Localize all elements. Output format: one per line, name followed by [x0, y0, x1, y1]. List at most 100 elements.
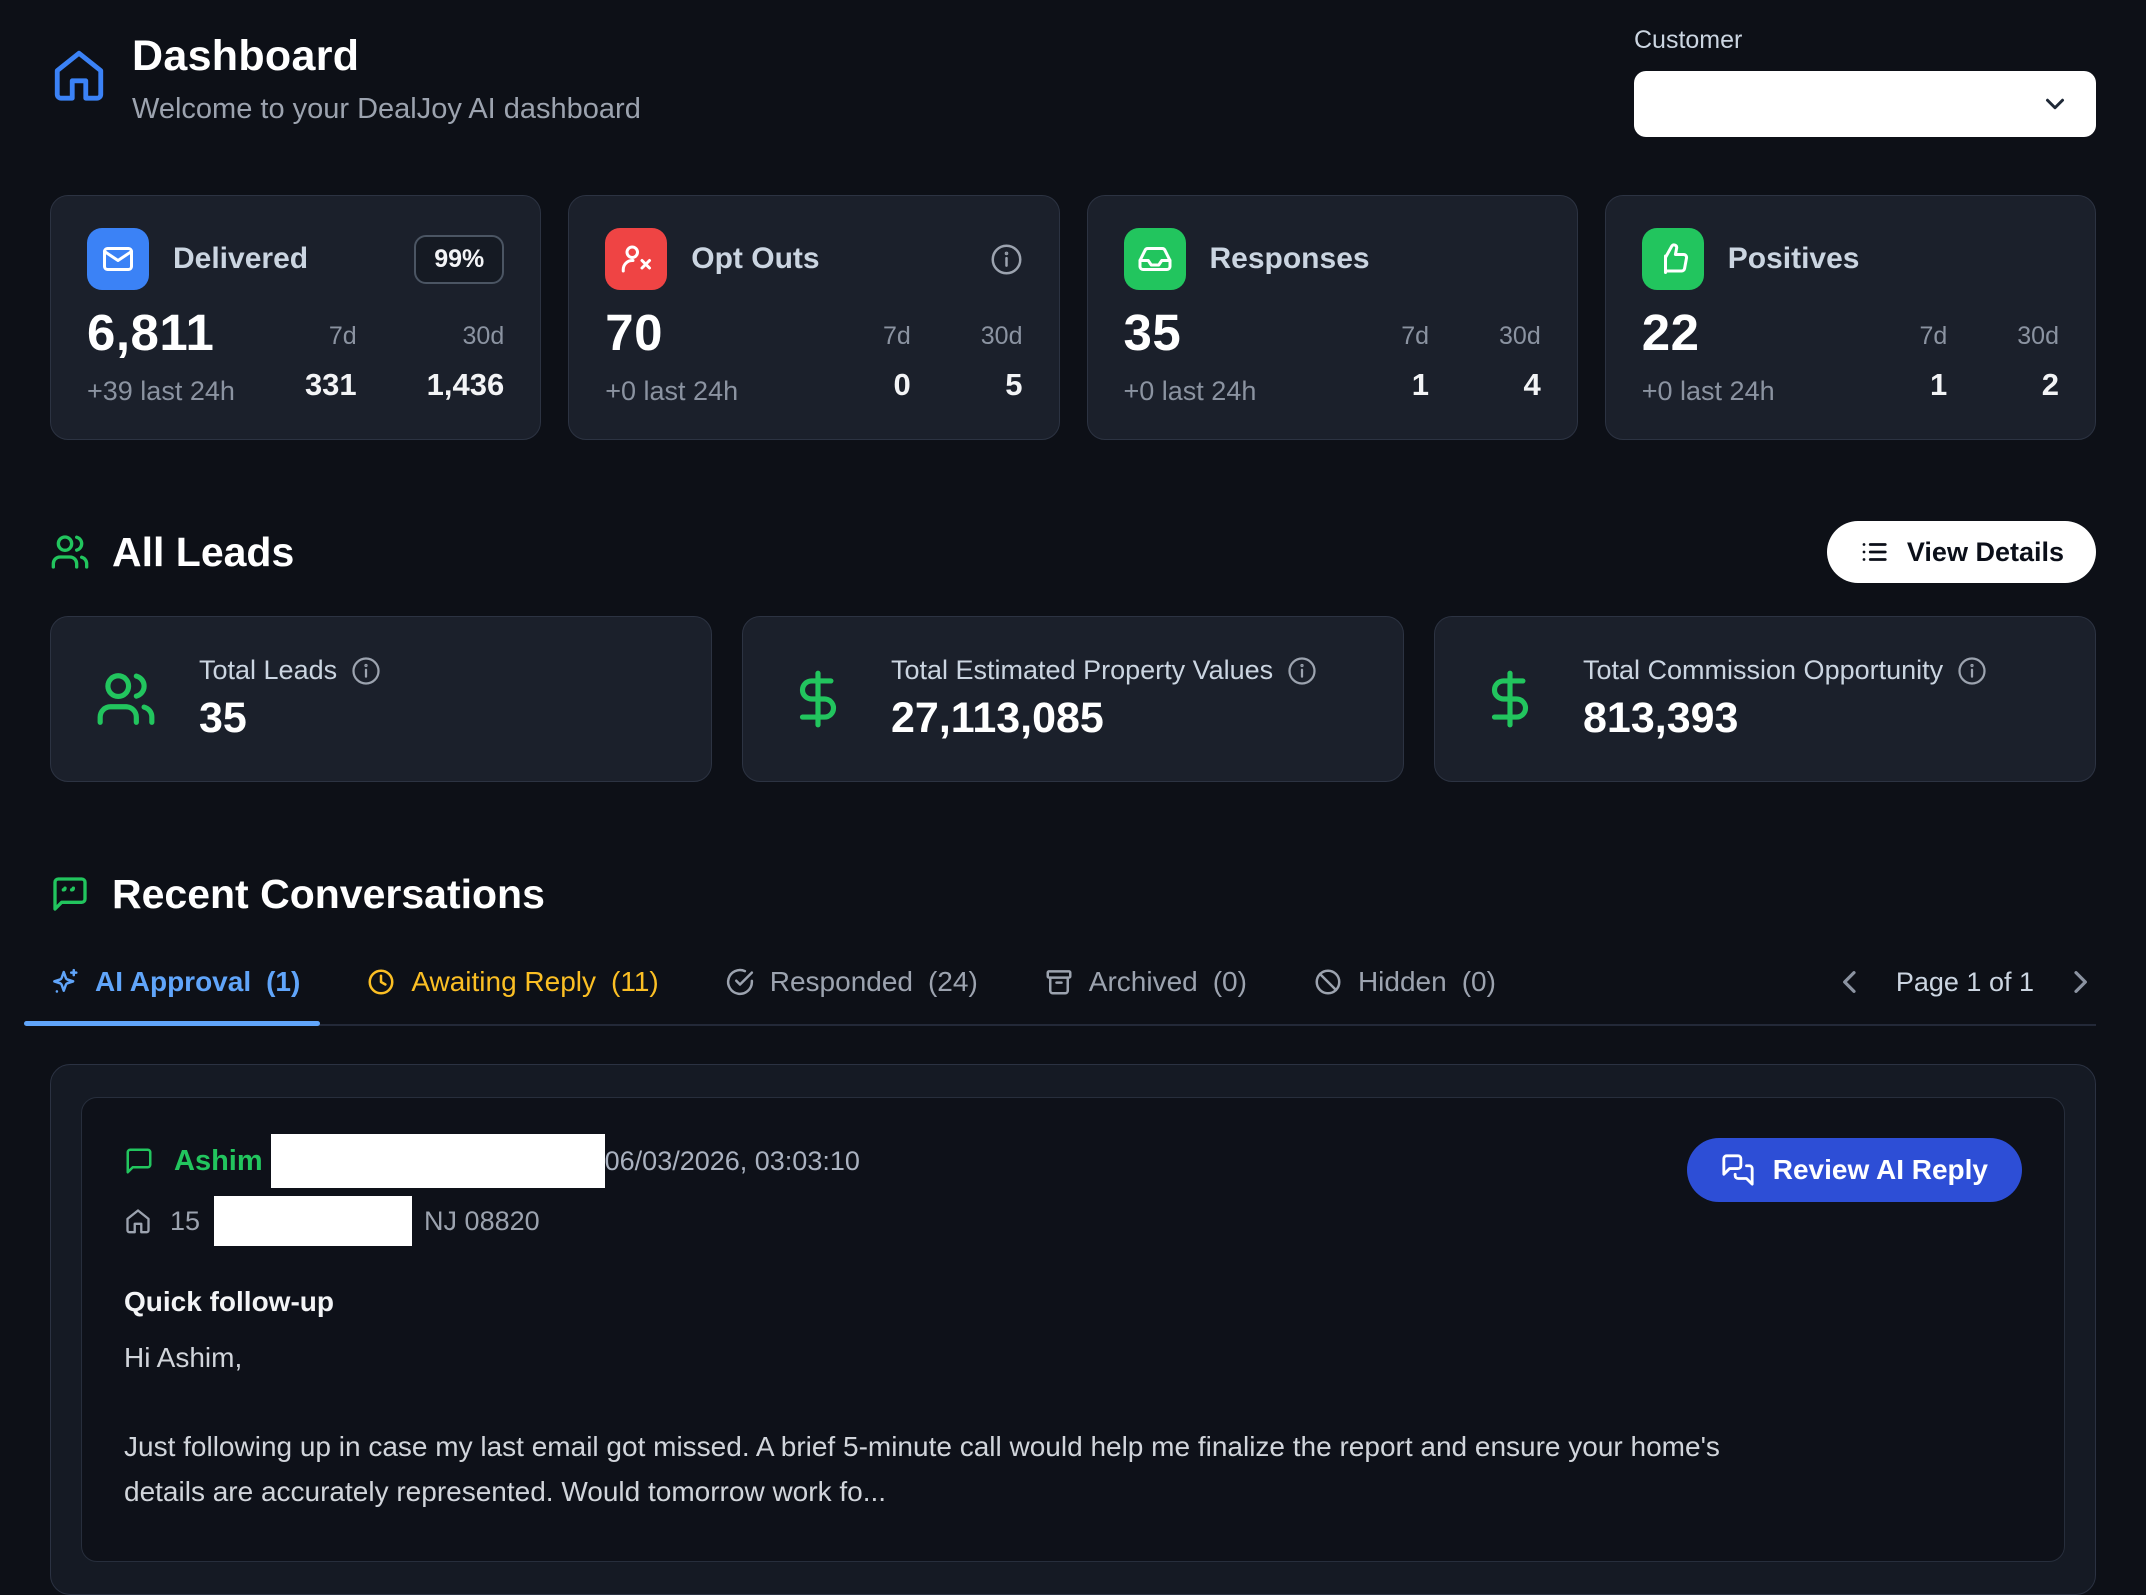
view-details-button[interactable]: View Details: [1827, 521, 2096, 583]
stat-card-responses: Responses 35 +0 last 24h 7d 1 30d 4: [1087, 195, 1578, 440]
stat-main: 22 +0 last 24h: [1642, 303, 1775, 407]
chevron-right-icon: [2064, 966, 2096, 998]
lead-card-commission: Total Commission Opportunity 813,393: [1434, 616, 2096, 782]
stat-main: 6,811 +39 last 24h: [87, 303, 235, 407]
stat-card-positives: Positives 22 +0 last 24h 7d 1 30d 2: [1605, 195, 2096, 440]
info-icon[interactable]: [1957, 656, 1987, 686]
stat-label: Delivered: [173, 242, 308, 276]
lead-value: 35: [199, 694, 381, 743]
sparkles-icon: [50, 967, 80, 997]
stat-delta: +0 last 24h: [1124, 376, 1257, 407]
lead-label: Total Estimated Property Values: [891, 655, 1273, 686]
list-icon: [1859, 537, 1889, 567]
info-icon[interactable]: [990, 243, 1023, 276]
address-number: 15: [170, 1206, 200, 1237]
page-header: Dashboard Welcome to your DealJoy AI das…: [50, 26, 2096, 137]
stat-30d: 30d 2: [2017, 322, 2059, 403]
home-icon: [50, 46, 108, 104]
info-icon[interactable]: [1287, 656, 1317, 686]
page-title: Dashboard: [132, 32, 641, 81]
pagination: Page 1 of 1: [1834, 966, 2096, 1024]
lead-card-total-leads: Total Leads 35: [50, 616, 712, 782]
delivery-rate-badge: 99%: [414, 235, 504, 284]
dollar-icon: [1479, 668, 1541, 730]
message-body: Just following up in case my last email …: [124, 1424, 1804, 1515]
conversation-list-container: Ashim 06/03/2026, 03:03:10 15 NJ 08820: [50, 1064, 2096, 1595]
tab-count: (24): [928, 966, 978, 998]
dollar-icon: [787, 668, 849, 730]
stat-7d: 7d 0: [883, 322, 911, 403]
chevron-down-icon: [2040, 89, 2070, 119]
address-suffix: NJ 08820: [424, 1206, 540, 1237]
message-greeting: Hi Ashim,: [124, 1342, 2022, 1374]
conversation-meta: Ashim 06/03/2026, 03:03:10 15 NJ 08820: [124, 1134, 860, 1246]
customer-filter: Customer: [1634, 26, 2096, 137]
conversation-timestamp: 06/03/2026, 03:03:10: [605, 1146, 860, 1177]
stat-main: 35 +0 last 24h: [1124, 303, 1257, 407]
lead-value: 27,113,085: [891, 694, 1317, 743]
info-icon[interactable]: [351, 656, 381, 686]
title-block: Dashboard Welcome to your DealJoy AI das…: [132, 32, 641, 126]
mail-icon: [87, 228, 149, 290]
redacted-address-block: [214, 1196, 412, 1246]
prev-page-button[interactable]: [1834, 966, 1866, 998]
chat-bubble-icon: [124, 1146, 154, 1176]
tab-ai-approval[interactable]: AI Approval (1): [50, 966, 300, 1024]
next-page-button[interactable]: [2064, 966, 2096, 998]
stat-delta: +0 last 24h: [1642, 376, 1775, 407]
users-icon: [50, 532, 90, 572]
stat-label: Responses: [1210, 242, 1370, 276]
customer-label: Customer: [1634, 26, 2096, 55]
stat-7d: 7d 1: [1919, 322, 1947, 403]
leads-row: Total Leads 35 Total Estimated Pr: [50, 616, 2096, 782]
lead-value: 813,393: [1583, 694, 1987, 743]
page-indicator: Page 1 of 1: [1896, 967, 2034, 998]
stat-value: 6,811: [87, 303, 235, 362]
stat-card-delivered: Delivered 99% 6,811 +39 last 24h 7d 331 …: [50, 195, 541, 440]
tab-awaiting-reply[interactable]: Awaiting Reply (11): [366, 966, 658, 1024]
home-icon: [124, 1207, 152, 1235]
stats-row: Delivered 99% 6,811 +39 last 24h 7d 331 …: [50, 195, 2096, 440]
stat-delta: +39 last 24h: [87, 376, 235, 407]
conversation-tabs-bar: AI Approval (1) Awaiting Reply (11) Resp…: [50, 966, 2096, 1026]
stat-value: 35: [1124, 303, 1257, 362]
review-ai-reply-button[interactable]: Review AI Reply: [1687, 1138, 2022, 1202]
all-leads-header: All Leads View Details: [50, 520, 2096, 584]
stat-card-opt-outs: Opt Outs 70 +0 last 24h 7d: [568, 195, 1059, 440]
conversation-item[interactable]: Ashim 06/03/2026, 03:03:10 15 NJ 08820: [81, 1097, 2065, 1562]
stat-7d: 7d 1: [1401, 322, 1429, 403]
message-subject: Quick follow-up: [124, 1286, 2022, 1318]
page-subtitle: Welcome to your DealJoy AI dashboard: [132, 93, 641, 126]
dashboard-page: Dashboard Welcome to your DealJoy AI das…: [0, 0, 2146, 1448]
recent-conversations-header: Recent Conversations: [50, 862, 2096, 926]
archive-icon: [1044, 967, 1074, 997]
lead-label: Total Leads: [199, 655, 337, 686]
stat-delta: +0 last 24h: [605, 376, 738, 407]
tab-count: (11): [611, 966, 659, 998]
thumbs-up-icon: [1642, 228, 1704, 290]
header-title-group: Dashboard Welcome to your DealJoy AI das…: [50, 26, 641, 126]
tab-hidden[interactable]: Hidden (0): [1313, 966, 1496, 1024]
inbox-icon: [1124, 228, 1186, 290]
tab-responded[interactable]: Responded (24): [725, 966, 978, 1024]
stat-main: 70 +0 last 24h: [605, 303, 738, 407]
clock-icon: [366, 967, 396, 997]
chevron-left-icon: [1834, 966, 1866, 998]
messages-icon: [1721, 1153, 1755, 1187]
stat-label: Positives: [1728, 242, 1860, 276]
ban-icon: [1313, 967, 1343, 997]
chat-bubble-icon: [50, 874, 90, 914]
stat-7d: 7d 331: [305, 322, 357, 403]
stat-30d: 30d 5: [981, 322, 1023, 403]
customer-select[interactable]: [1634, 71, 2096, 137]
stat-label: Opt Outs: [691, 242, 819, 276]
stat-value: 22: [1642, 303, 1775, 362]
users-icon: [95, 668, 157, 730]
check-circle-icon: [725, 967, 755, 997]
tab-archived[interactable]: Archived (0): [1044, 966, 1247, 1024]
tab-count: (1): [266, 966, 300, 998]
stat-value: 70: [605, 303, 738, 362]
user-x-icon: [605, 228, 667, 290]
stat-30d: 30d 4: [1499, 322, 1541, 403]
section-title-all-leads: All Leads: [112, 529, 294, 576]
